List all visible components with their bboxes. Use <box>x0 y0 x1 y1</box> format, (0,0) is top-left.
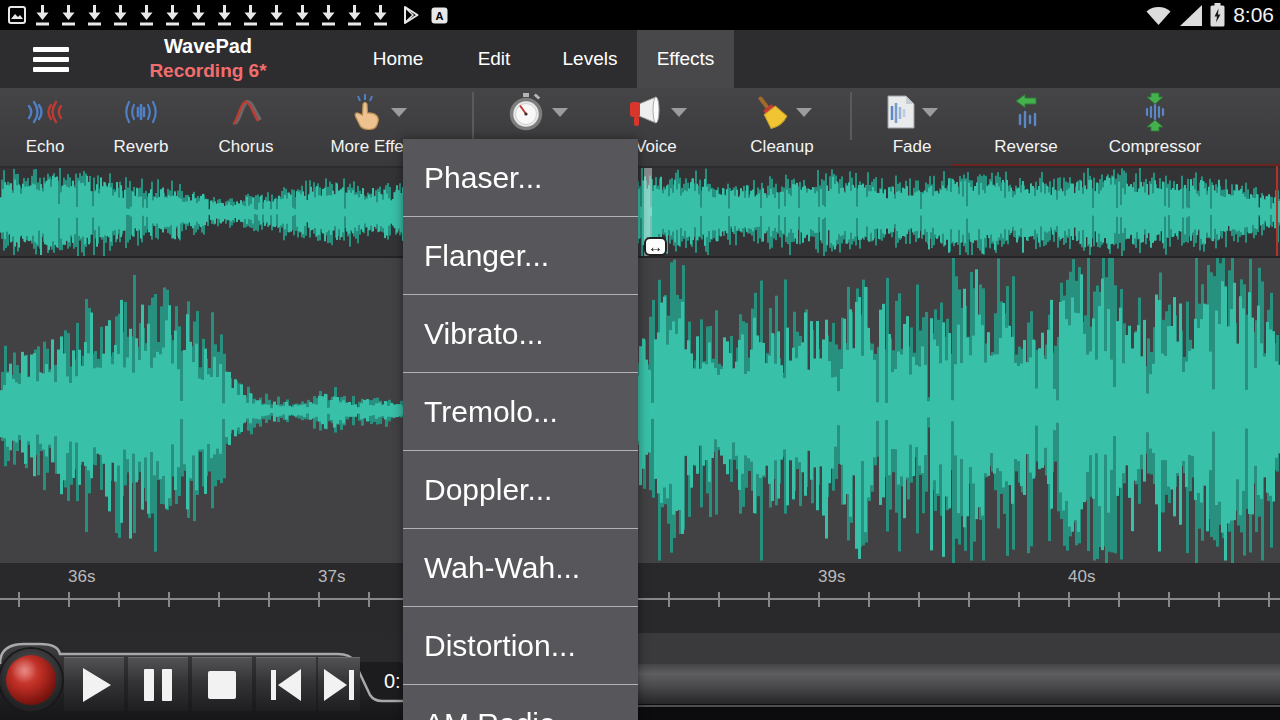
toolbar-reverb-label: Reverb <box>114 137 169 157</box>
download-icon <box>293 4 312 26</box>
download-icon <box>111 4 130 26</box>
download-icon <box>241 4 260 26</box>
effects-toolbar: Echo Reverb Chorus More Effects <box>0 88 1280 166</box>
fade-document-icon <box>886 94 916 130</box>
toolbar-echo-label: Echo <box>26 137 65 157</box>
timeline-ruler[interactable]: 36s 37s 39s 40s <box>0 563 1280 633</box>
download-icon <box>163 4 182 26</box>
download-icon <box>137 4 156 26</box>
record-button[interactable] <box>6 655 56 705</box>
toolbar-fade-button[interactable]: Fade <box>872 88 952 162</box>
tab-home[interactable]: Home <box>360 30 436 88</box>
signal-icon <box>1178 5 1204 26</box>
compressor-icon <box>1137 92 1173 132</box>
download-icon <box>59 4 78 26</box>
timeline-label-40s: 40s <box>1068 567 1095 587</box>
download-icon <box>33 4 52 26</box>
toolbar-compressor-label: Compressor <box>1109 137 1202 157</box>
toolbar-echo-button[interactable]: Echo <box>5 88 85 162</box>
toolbar-reverb-button[interactable]: Reverb <box>101 88 181 162</box>
overview-selection-top-line <box>952 164 1280 166</box>
stop-icon <box>208 671 236 699</box>
timeline-label-39s: 39s <box>818 567 845 587</box>
next-button[interactable] <box>318 657 360 711</box>
waveform-overview-canvas[interactable] <box>0 168 1280 256</box>
svg-text:A: A <box>436 9 444 21</box>
previous-button[interactable] <box>256 657 316 711</box>
wifi-icon <box>1145 5 1172 26</box>
dropdown-arrow-icon <box>922 108 938 117</box>
download-icon <box>85 4 104 26</box>
download-icon <box>267 4 286 26</box>
reverse-arrow-icon <box>1008 93 1044 131</box>
dropdown-arrow-icon <box>391 108 407 117</box>
system-status-icons: 8:06 <box>1145 3 1274 27</box>
previous-icon <box>271 669 301 701</box>
voice-megaphone-icon <box>625 94 665 130</box>
effects-dropdown-menu: Phaser... Flanger... Vibrato... Tremolo.… <box>403 139 638 720</box>
notification-icons: A <box>8 4 448 26</box>
more-effects-hand-icon <box>349 93 385 131</box>
tab-edit[interactable]: Edit <box>458 30 530 88</box>
menu-item-wah-wah[interactable]: Wah-Wah... <box>403 529 638 607</box>
play-store-icon <box>403 5 420 25</box>
chorus-icon <box>227 94 265 130</box>
toolbar-cleanup-label: Cleanup <box>750 137 813 157</box>
menu-item-doppler[interactable]: Doppler... <box>403 451 638 529</box>
pause-button[interactable] <box>128 657 188 711</box>
download-icon <box>215 4 234 26</box>
play-button[interactable] <box>64 657 124 711</box>
clock: 8:06 <box>1233 3 1274 27</box>
toolbar-compressor-button[interactable]: Compressor <box>1105 88 1205 162</box>
menu-hamburger-icon[interactable] <box>33 43 69 75</box>
menu-item-distortion[interactable]: Distortion... <box>403 607 638 685</box>
battery-charging-icon <box>1210 3 1225 27</box>
toolbar-voice-label: Voice <box>635 137 677 157</box>
tab-levels[interactable]: Levels <box>548 30 632 88</box>
toolbar-chorus-label: Chorus <box>219 137 274 157</box>
speed-stopwatch-icon <box>506 92 546 132</box>
timeline-label-37s: 37s <box>318 567 345 587</box>
toolbar-cleanup-button[interactable]: Cleanup <box>737 88 827 162</box>
menu-item-tremolo[interactable]: Tremolo... <box>403 373 638 451</box>
toolbar-fade-label: Fade <box>893 137 932 157</box>
app-title: WavePad <box>110 33 306 59</box>
dropdown-arrow-icon <box>796 108 812 117</box>
waveform-main-canvas[interactable] <box>0 258 1280 563</box>
toolbar-divider <box>472 92 474 140</box>
dropdown-arrow-icon <box>552 108 568 117</box>
pause-icon <box>144 669 172 701</box>
toolbar-divider <box>850 92 852 140</box>
echo-icon <box>26 94 64 130</box>
menu-item-phaser[interactable]: Phaser... <box>403 139 638 217</box>
document-title: Recording 6* <box>110 59 306 83</box>
timeline-label-36s: 36s <box>68 567 95 587</box>
play-icon <box>83 668 111 702</box>
timeline-line <box>0 598 1280 600</box>
transport-controls: 0: <box>0 638 440 720</box>
letter-a-icon: A <box>431 7 448 24</box>
next-icon <box>324 669 354 701</box>
wavepad-app: A 8:06 WavePad Recording 6* Home Edit Le… <box>0 0 1280 720</box>
menu-item-flanger[interactable]: Flanger... <box>403 217 638 295</box>
image-icon <box>8 6 26 24</box>
toolbar-reverse-label: Reverse <box>994 137 1057 157</box>
toolbar-reverse-button[interactable]: Reverse <box>981 88 1071 162</box>
cleanup-broom-icon <box>752 93 790 131</box>
dropdown-arrow-icon <box>671 108 687 117</box>
selection-handle-badge[interactable]: ↔ <box>644 237 667 256</box>
tab-effects[interactable]: Effects <box>637 30 734 88</box>
overview-selection-right-line <box>1276 166 1278 256</box>
toolbar-chorus-button[interactable]: Chorus <box>206 88 286 162</box>
title-block: WavePad Recording 6* <box>110 33 306 83</box>
download-icon <box>319 4 338 26</box>
download-icon <box>345 4 364 26</box>
status-bar: A 8:06 <box>0 0 1280 30</box>
download-icon <box>189 4 208 26</box>
reverb-icon <box>122 94 160 130</box>
stop-button[interactable] <box>192 657 252 711</box>
menu-item-am-radio[interactable]: AM Radio... <box>403 685 638 720</box>
menu-item-vibrato[interactable]: Vibrato... <box>403 295 638 373</box>
download-icon <box>371 4 390 26</box>
